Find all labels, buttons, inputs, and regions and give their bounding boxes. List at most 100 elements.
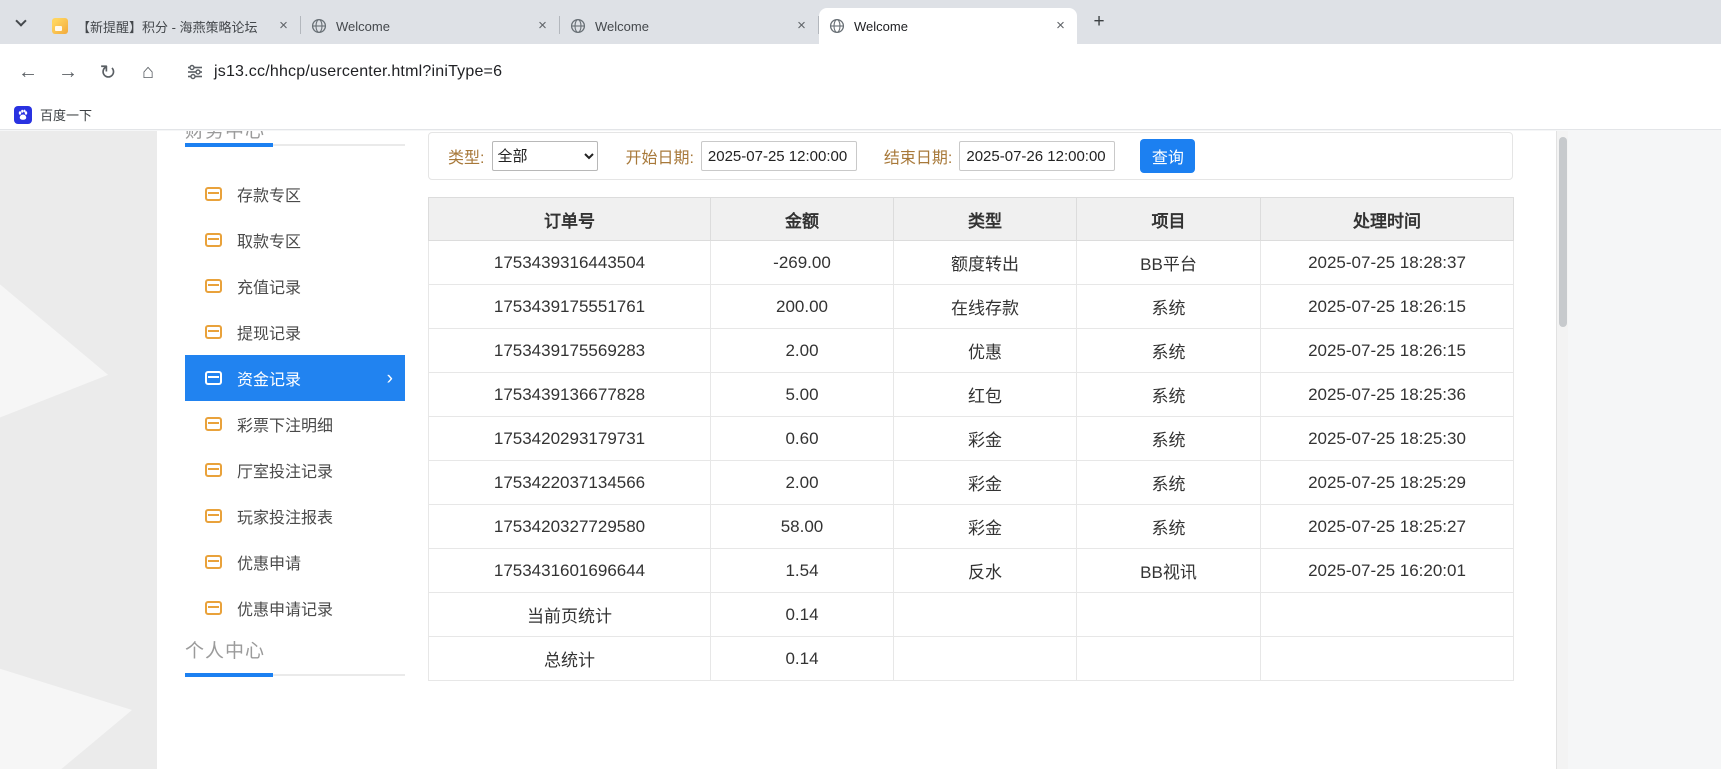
column-header: 金额 bbox=[710, 197, 894, 241]
sidebar-item-funds-records[interactable]: 资金记录 › bbox=[185, 355, 405, 401]
sidebar-item-label: 提现记录 bbox=[237, 326, 302, 343]
home-button[interactable]: ⌂ bbox=[130, 54, 166, 90]
table-cell: 系统 bbox=[1076, 284, 1261, 329]
table-cell: 系统 bbox=[1076, 372, 1261, 417]
right-gutter bbox=[1568, 131, 1721, 769]
forward-button[interactable]: → bbox=[50, 54, 86, 90]
deposit-zone-icon bbox=[205, 187, 222, 201]
globe-favicon bbox=[311, 18, 327, 34]
sidebar-item-deposit-zone[interactable]: 存款专区 bbox=[185, 171, 405, 217]
table-cell: 2.00 bbox=[710, 328, 894, 373]
search-button[interactable]: 查询 bbox=[1140, 139, 1196, 173]
table-cell: 200.00 bbox=[710, 284, 894, 329]
sidebar-item-promo-apply[interactable]: 优惠申请 bbox=[185, 539, 405, 585]
sidebar-item-label: 取款专区 bbox=[237, 234, 302, 251]
hall-bet-records-icon bbox=[205, 463, 222, 477]
table-row: 1753420293179731 0.60 彩金 系统 2025-07-25 18:25… bbox=[428, 416, 1514, 461]
table-cell: 1753439316443504 bbox=[428, 240, 711, 285]
table-cell: 2025-07-25 18:25:29 bbox=[1260, 460, 1514, 505]
browser-tab[interactable]: 【新提醒】积分 - 海燕策略论坛 × bbox=[42, 8, 300, 44]
sidebar-item-label: 优惠申请 bbox=[237, 556, 302, 573]
tab-separator bbox=[559, 16, 560, 34]
browser-tab[interactable]: Welcome × bbox=[560, 8, 818, 44]
column-header: 项目 bbox=[1076, 197, 1261, 241]
close-tab-icon[interactable]: × bbox=[793, 17, 810, 35]
type-select[interactable]: 全部 bbox=[492, 141, 599, 171]
table-cell: 系统 bbox=[1076, 460, 1261, 505]
table-cell bbox=[1260, 592, 1514, 637]
chevron-down-icon bbox=[15, 15, 27, 27]
table-row: 1753439316443504 -269.00 额度转出 BB平台 2025-07-2… bbox=[428, 240, 1514, 285]
table-cell: BB视讯 bbox=[1076, 548, 1261, 593]
sidebar-item-recharge-records[interactable]: 充值记录 bbox=[185, 263, 405, 309]
table-row: 1753439136677828 5.00 红包 系统 2025-07-25 18:25… bbox=[428, 372, 1514, 417]
sidebar-item-hall-bet-records[interactable]: 厅室投注记录 bbox=[185, 447, 405, 493]
type-label: 类型: bbox=[448, 150, 485, 167]
table-cell: 1.54 bbox=[710, 548, 894, 593]
table-cell: 系统 bbox=[1076, 504, 1261, 549]
globe-favicon bbox=[829, 18, 845, 34]
table-cell: 2025-07-25 18:26:15 bbox=[1260, 328, 1514, 373]
scrollbar-thumb[interactable] bbox=[1559, 137, 1567, 327]
table-row: 总统计 0.14 bbox=[428, 636, 1514, 681]
table-cell: 红包 bbox=[893, 372, 1077, 417]
bookmarks-bar: 百度一下 bbox=[0, 100, 1721, 130]
bookmark-label[interactable]: 百度一下 bbox=[40, 105, 92, 124]
sidebar-item-player-bet-report[interactable]: 玩家投注报表 bbox=[185, 493, 405, 539]
table-cell: 总统计 bbox=[428, 636, 711, 681]
table-cell: 2025-07-25 16:20:01 bbox=[1260, 548, 1514, 593]
start-date-input[interactable] bbox=[700, 141, 857, 171]
tab-title: 【新提醒】积分 - 海燕策略论坛 bbox=[77, 19, 258, 35]
player-bet-report-icon bbox=[205, 509, 222, 523]
table-cell: 5.00 bbox=[710, 372, 894, 417]
start-date-label: 开始日期: bbox=[625, 150, 694, 167]
sidebar-items: 存款专区取款专区充值记录提现记录资金记录 › 彩票下注明细厅室投注记录玩家投注报表优… bbox=[185, 171, 405, 631]
vertical-scrollbar[interactable] bbox=[1556, 131, 1568, 769]
close-tab-icon[interactable]: × bbox=[534, 17, 551, 35]
table-cell: 2025-07-25 18:25:36 bbox=[1260, 372, 1514, 417]
table-cell: 1753439175569283 bbox=[428, 328, 711, 373]
sidebar-item-label: 厅室投注记录 bbox=[237, 464, 334, 481]
sidebar-item-withdrawal-records[interactable]: 提现记录 bbox=[185, 309, 405, 355]
table-cell: 反水 bbox=[893, 548, 1077, 593]
new-tab-button[interactable]: + bbox=[1085, 8, 1113, 36]
close-tab-icon[interactable]: × bbox=[1052, 17, 1069, 35]
table-cell: 2025-07-25 18:25:27 bbox=[1260, 504, 1514, 549]
table-cell: 2025-07-25 18:28:37 bbox=[1260, 240, 1514, 285]
address-bar-url[interactable]: js13.cc/hhcp/usercenter.html?iniType=6 bbox=[214, 63, 502, 81]
forum-favicon bbox=[52, 18, 68, 34]
table-cell: 1753422037134566 bbox=[428, 460, 711, 505]
table-cell: 在线存款 bbox=[893, 284, 1077, 329]
sidebar: 财务中心 存款专区 取款专区 充值记录 提现记录 资金记录 › 彩票下注明细 厅室投注记录 玩家… bbox=[185, 131, 405, 769]
sidebar-item-lottery-bet-detail[interactable]: 彩票下注明细 bbox=[185, 401, 405, 447]
site-info-icon[interactable] bbox=[180, 57, 210, 87]
browser-tab[interactable]: Welcome × bbox=[301, 8, 559, 44]
reload-button[interactable]: ↻ bbox=[90, 54, 126, 90]
table-cell: 0.14 bbox=[710, 636, 894, 681]
table-cell: 2025-07-25 18:26:15 bbox=[1260, 284, 1514, 329]
sidebar-item-label: 存款专区 bbox=[237, 188, 302, 205]
table-cell: 1753439175551761 bbox=[428, 284, 711, 329]
table-cell: 额度转出 bbox=[893, 240, 1077, 285]
tab-search-button[interactable] bbox=[8, 8, 36, 36]
table-header-row: 订单号 金额 类型 项目 处理时间 bbox=[428, 197, 1514, 241]
finance-section-underline bbox=[185, 143, 405, 147]
table-cell: 2.00 bbox=[710, 460, 894, 505]
sidebar-item-label: 优惠申请记录 bbox=[237, 602, 334, 619]
column-header: 类型 bbox=[893, 197, 1077, 241]
table-cell: 系统 bbox=[1076, 328, 1261, 373]
table-cell: 2025-07-25 18:25:30 bbox=[1260, 416, 1514, 461]
close-tab-icon[interactable]: × bbox=[275, 17, 292, 35]
sidebar-item-withdraw-zone[interactable]: 取款专区 bbox=[185, 217, 405, 263]
end-date-input[interactable] bbox=[959, 141, 1116, 171]
globe-favicon bbox=[570, 18, 586, 34]
table-cell: 0.60 bbox=[710, 416, 894, 461]
tab-separator bbox=[818, 16, 819, 34]
sidebar-item-promo-apply-records[interactable]: 优惠申请记录 bbox=[185, 585, 405, 631]
browser-navbar: ← → ↻ ⌂ js13.cc/hhcp/usercenter.html?ini… bbox=[0, 44, 1721, 100]
column-header: 处理时间 bbox=[1260, 197, 1514, 241]
browser-tab[interactable]: Welcome × bbox=[819, 8, 1077, 44]
table-cell bbox=[893, 592, 1077, 637]
sidebar-item-label: 资金记录 bbox=[237, 372, 302, 389]
back-button[interactable]: ← bbox=[10, 54, 46, 90]
